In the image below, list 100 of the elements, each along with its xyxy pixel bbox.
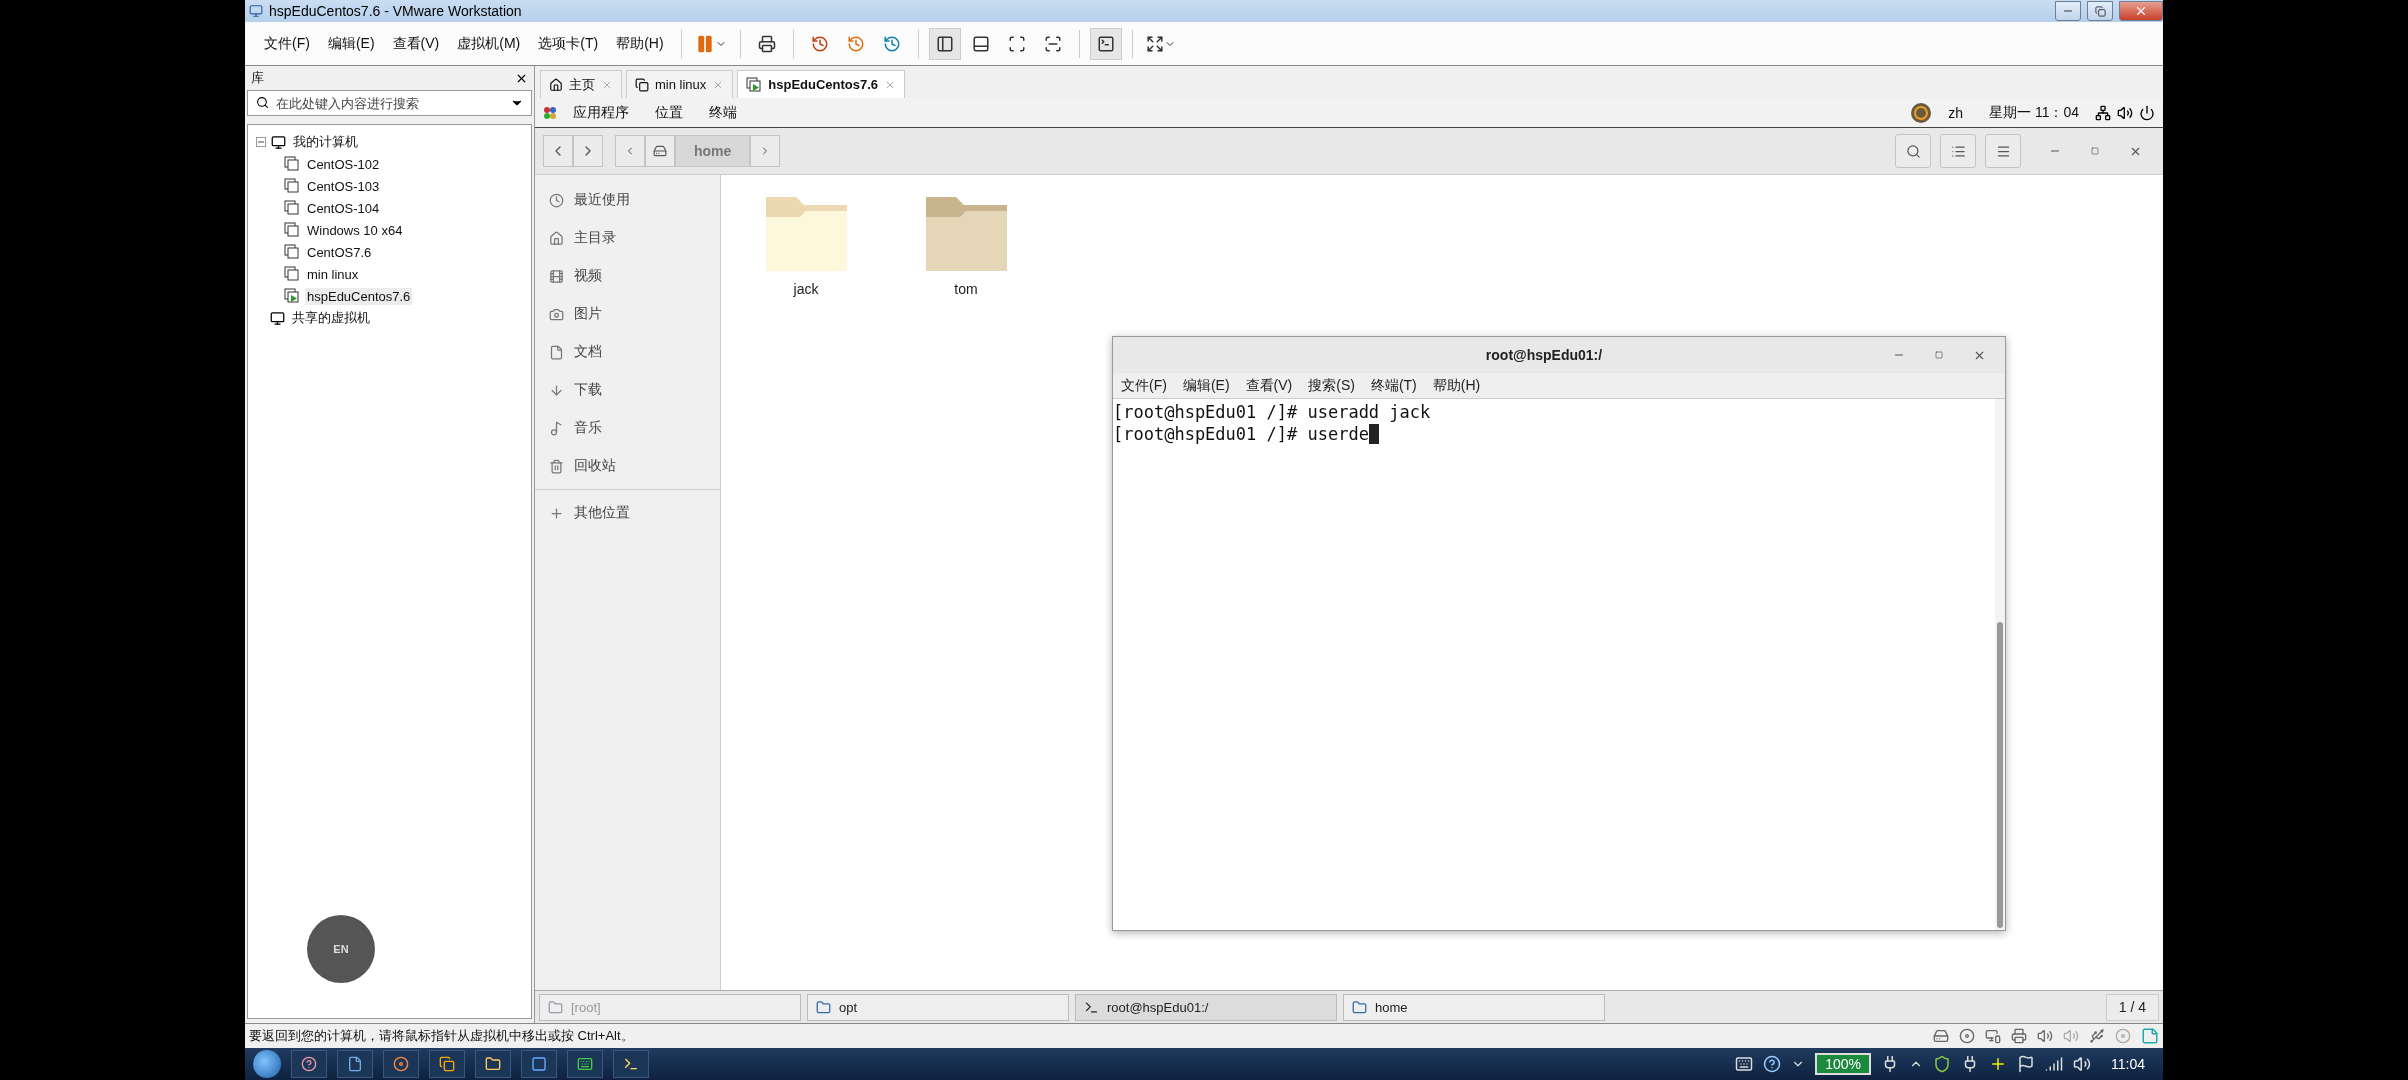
folder-name: jack <box>793 281 819 297</box>
menu-item[interactable]: 应用程序 <box>563 103 639 122</box>
tree-item[interactable]: CentOS-103 <box>305 177 382 195</box>
window-list-item[interactable]: root@hspEdu01:/ <box>1075 993 1337 1021</box>
speaker-icon[interactable] <box>2037 1028 2053 1044</box>
taskbar-app[interactable] <box>337 1050 373 1078</box>
place-item[interactable]: 音乐 <box>535 409 720 447</box>
taskbar-app[interactable] <box>613 1050 649 1078</box>
printer-icon <box>757 34 776 53</box>
tree-item[interactable]: CentOS7.6 <box>305 243 374 261</box>
power-icon[interactable] <box>2139 104 2155 121</box>
terminal-title: root@hspEdu01:/ <box>1484 347 1604 363</box>
printer-icon[interactable] <box>2011 1028 2027 1044</box>
download-icon <box>549 382 564 398</box>
view-button[interactable] <box>1940 134 1976 168</box>
menu-item[interactable]: 编辑(E) <box>318 34 384 53</box>
camera-icon <box>549 306 564 322</box>
tree-item[interactable]: Windows 10 x64 <box>305 221 405 239</box>
close-button[interactable] <box>2119 1 2163 21</box>
taskbar-app[interactable] <box>383 1050 419 1078</box>
menu-button[interactable] <box>1985 134 2021 168</box>
files-icon <box>816 999 831 1015</box>
plus-icon <box>549 505 564 521</box>
console-button[interactable] <box>1089 27 1122 60</box>
collapse-toggle[interactable] <box>256 137 266 147</box>
menu-item[interactable]: 搜索(S) <box>1300 376 1363 395</box>
menu-item[interactable]: 帮助(H) <box>607 34 673 53</box>
workspace-switcher[interactable]: 1 / 4 <box>2105 993 2159 1021</box>
minimize-button[interactable] <box>2055 1 2081 21</box>
menu-item[interactable]: 选项卡(T) <box>529 34 608 53</box>
menu-item[interactable]: 查看(V) <box>383 34 449 53</box>
flag-icon[interactable] <box>2017 1055 2035 1073</box>
tab[interactable]: min linux <box>626 70 734 98</box>
start-button[interactable] <box>253 1050 281 1078</box>
menu-item[interactable]: 文件(F) <box>255 34 319 53</box>
window-list-item[interactable]: home <box>1343 993 1605 1021</box>
taskbar-app[interactable] <box>291 1050 327 1078</box>
volume-icon[interactable] <box>2073 1055 2091 1073</box>
tree-item[interactable]: min linux <box>305 265 361 283</box>
network-adapter-icon[interactable] <box>1985 1028 2001 1044</box>
help-icon[interactable] <box>1763 1055 1782 1073</box>
maximize-button[interactable] <box>2087 1 2113 21</box>
menu-item[interactable]: 终端 <box>699 103 747 122</box>
menu-item[interactable]: 终端(T) <box>1362 376 1425 395</box>
expand-icon <box>1145 34 1164 53</box>
scrollbar-thumb[interactable] <box>1997 622 2003 928</box>
clock[interactable]: 星期一 11：04 <box>1989 103 2079 122</box>
place-item[interactable]: 文档 <box>535 333 720 371</box>
running-vm-icon <box>746 76 763 93</box>
place-item[interactable]: 其他位置 <box>535 494 720 532</box>
hard-drive-icon[interactable] <box>1933 1028 1949 1044</box>
search-button[interactable] <box>1895 134 1931 168</box>
maximize-icon <box>1935 351 1943 359</box>
tab[interactable]: 主页 <box>540 70 622 98</box>
document-icon <box>347 1056 363 1072</box>
place-item[interactable]: 最近使用 <box>535 181 720 219</box>
music-icon <box>549 420 564 436</box>
network-icon[interactable] <box>2095 104 2111 121</box>
status-icon[interactable] <box>1910 101 1933 124</box>
tree-item[interactable]: CentOS-102 <box>305 155 382 173</box>
taskbar-app[interactable] <box>475 1050 511 1078</box>
search-field[interactable]: 在此处键入内容进行搜索 <box>247 90 532 116</box>
menu-item[interactable]: 编辑(E) <box>1174 376 1238 395</box>
menu-item[interactable]: 虚拟机(M) <box>448 34 530 53</box>
tree-item[interactable]: 共享的虚拟机 <box>290 308 372 328</box>
menu-item[interactable]: 查看(V) <box>1237 376 1301 395</box>
place-item[interactable]: 回收站 <box>535 447 720 485</box>
window-list-item[interactable]: opt <box>807 993 1069 1021</box>
shield-icon[interactable] <box>1933 1055 1951 1073</box>
disc-icon[interactable] <box>1959 1028 1975 1044</box>
usb-icon[interactable] <box>2089 1028 2105 1044</box>
place-item[interactable]: 下载 <box>535 371 720 409</box>
taskbar-app[interactable] <box>521 1050 557 1078</box>
plus-icon[interactable] <box>1989 1055 2007 1073</box>
taskbar-app[interactable] <box>429 1050 465 1078</box>
full-screen-icon <box>1007 34 1026 53</box>
app-icon <box>249 4 263 18</box>
volume-icon[interactable] <box>2117 104 2133 121</box>
tree-item[interactable]: hspEduCentos7.6 <box>305 287 413 305</box>
taskbar-app[interactable] <box>567 1050 603 1078</box>
tree-item[interactable]: 我的计算机 <box>291 132 360 152</box>
library-view-button[interactable] <box>928 27 961 60</box>
home-icon <box>549 230 564 246</box>
taskbar-clock[interactable]: 11:04 <box>2111 1056 2145 1072</box>
keyboard-icon[interactable] <box>1735 1055 1754 1073</box>
document-icon <box>549 344 564 360</box>
drive-button[interactable] <box>645 135 675 167</box>
language-indicator[interactable]: zh <box>1948 104 1963 121</box>
tab[interactable]: hspEduCentos7.6 <box>737 70 906 98</box>
signal-icon[interactable] <box>2045 1055 2063 1073</box>
battery-indicator[interactable]: 100% <box>1815 1053 1871 1075</box>
place-item[interactable]: 图片 <box>535 295 720 333</box>
search-icon <box>256 96 269 109</box>
tree-item[interactable]: CentOS-104 <box>305 199 382 217</box>
place-item[interactable]: 视频 <box>535 257 720 295</box>
place-item[interactable]: 主目录 <box>535 219 720 257</box>
menu-item[interactable]: 位置 <box>645 103 693 122</box>
drive-icon <box>653 144 667 158</box>
menu-item[interactable]: 帮助(H) <box>1424 376 1489 395</box>
menu-item[interactable]: 文件(F) <box>1113 376 1175 395</box>
